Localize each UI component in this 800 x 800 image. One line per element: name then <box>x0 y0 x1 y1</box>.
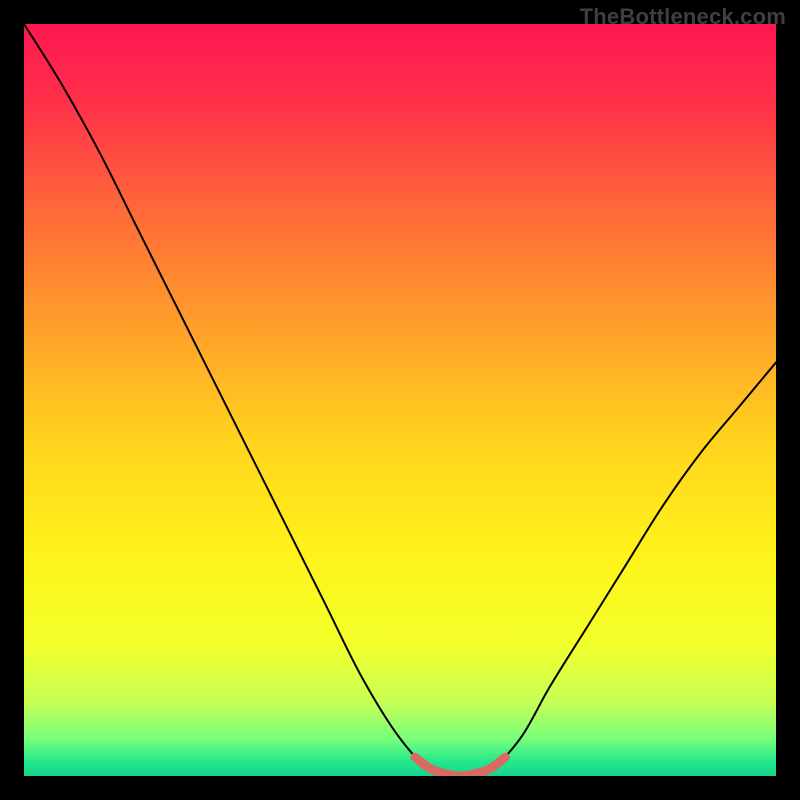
bottleneck-curve <box>24 24 776 776</box>
chart-curve-layer <box>24 24 776 776</box>
optimal-band-curve <box>415 757 505 776</box>
chart-frame: TheBottleneck.com <box>0 0 800 800</box>
chart-plot-area <box>24 24 776 776</box>
